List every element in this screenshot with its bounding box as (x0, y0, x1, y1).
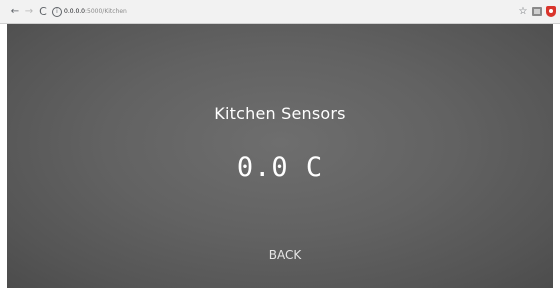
url-path: :5000/Kitchen (85, 8, 127, 15)
page-title: Kitchen Sensors (214, 104, 346, 123)
shield-extension-icon[interactable] (546, 6, 556, 17)
bookmark-star-icon[interactable]: ☆ (517, 6, 529, 18)
url-host: 0.0.0.0 (64, 8, 85, 15)
forward-arrow-icon[interactable]: → (23, 5, 35, 18)
reload-icon[interactable]: C (37, 5, 49, 18)
info-icon[interactable]: i (52, 7, 62, 17)
browser-toolbar: ← → C i 0.0.0.0:5000/Kitchen ☆ (0, 0, 560, 24)
extension-icon[interactable] (532, 7, 542, 16)
page-viewport: Kitchen Sensors 0.0 C BACK (7, 24, 553, 288)
temperature-reading: 0.0 C (236, 152, 324, 183)
back-button[interactable]: BACK (255, 244, 315, 266)
back-arrow-icon[interactable]: ← (9, 5, 21, 18)
address-bar[interactable]: 0.0.0.0:5000/Kitchen (64, 5, 127, 19)
